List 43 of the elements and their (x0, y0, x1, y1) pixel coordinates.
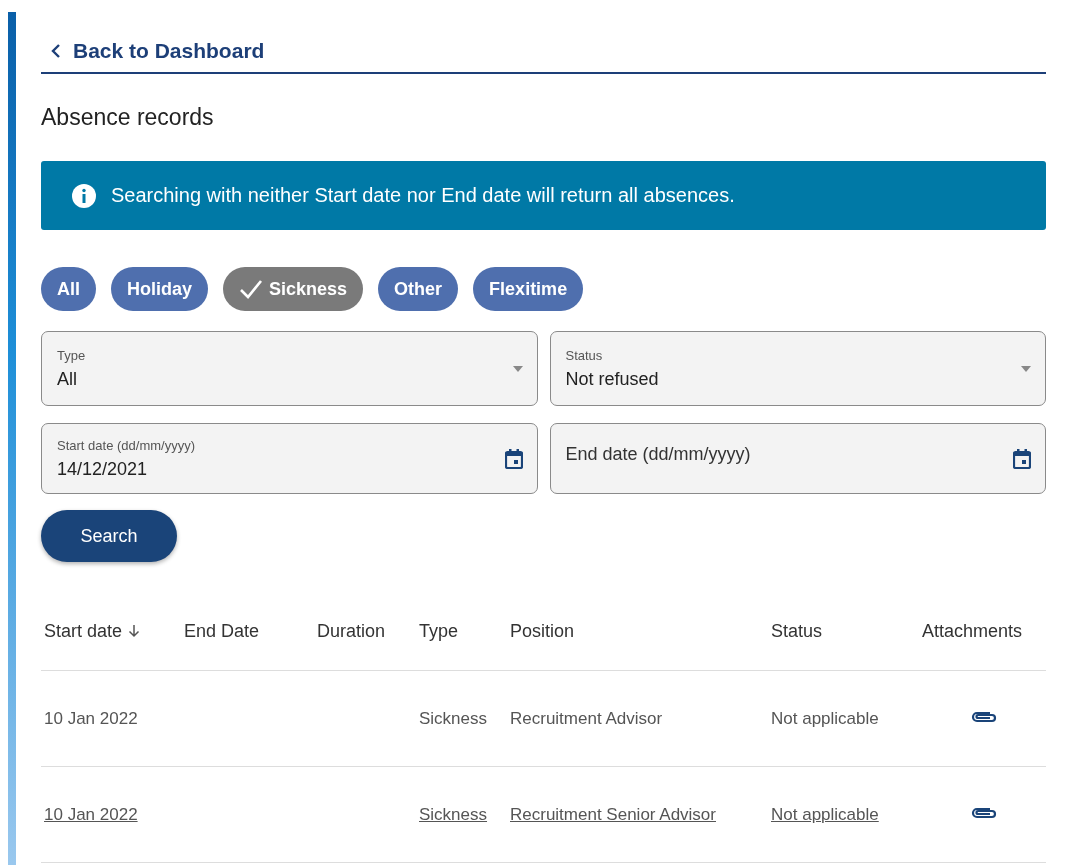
field-label: Type (57, 347, 87, 363)
filter-chip[interactable]: Holiday (111, 267, 209, 311)
type-cell: Sickness (419, 708, 488, 729)
select-field[interactable]: Status Not refused (549, 331, 1046, 406)
filter-chip[interactable]: Sickness (223, 267, 364, 311)
filter-chip[interactable]: All (41, 267, 96, 311)
type-cell: Sickness (419, 804, 488, 825)
filter-chip[interactable]: Flexitime (473, 267, 584, 311)
status-cell: Not applicable (771, 804, 879, 825)
status-cell: Not applicable (771, 708, 879, 729)
info-icon (71, 182, 97, 209)
dropdown-caret-icon (1021, 365, 1031, 372)
check-icon (239, 279, 264, 299)
column-header: Position (510, 620, 576, 642)
back-link[interactable]: Back to Dashboard (41, 12, 265, 56)
field-value: Not refused (565, 368, 660, 390)
position-cell: Recruitment Advisor (510, 708, 663, 729)
date-field[interactable]: End date (dd/mm/yyyy) (549, 423, 1046, 494)
banner-text: Searching with neither Start date nor End date will return all absences. (111, 184, 735, 207)
page-title: Absence records (41, 104, 215, 131)
field-label: Status (565, 347, 604, 363)
chevron-left-icon (51, 43, 61, 59)
column-header[interactable]: Start date (44, 620, 141, 642)
column-header: End Date (184, 620, 261, 642)
date-cell: 10 Jan 2022 (44, 708, 138, 729)
field-placeholder: End date (dd/mm/yyyy) (565, 444, 752, 465)
filter-chip[interactable]: Other (378, 267, 459, 311)
column-header: Status (771, 620, 824, 642)
field-value: 14/12/2021 (57, 458, 149, 480)
position-cell: Recruitment Senior Advisor (510, 804, 716, 825)
column-header: Type (419, 620, 460, 642)
field-value: All (57, 368, 78, 390)
date-field[interactable]: Start date (dd/mm/yyyy) 14/12/2021 (41, 423, 538, 494)
dropdown-caret-icon (512, 365, 523, 372)
calendar-icon[interactable] (504, 448, 523, 469)
date-cell: 10 Jan 2022 (44, 804, 138, 825)
sort-down-icon (128, 624, 141, 638)
field-label: Start date (dd/mm/yyyy) (57, 437, 196, 453)
calendar-icon[interactable] (1013, 448, 1031, 469)
column-header: Attachments (922, 620, 1024, 642)
search-button[interactable]: Search (41, 510, 177, 562)
select-field[interactable]: Type All (41, 331, 538, 406)
column-header: Duration (317, 620, 387, 642)
